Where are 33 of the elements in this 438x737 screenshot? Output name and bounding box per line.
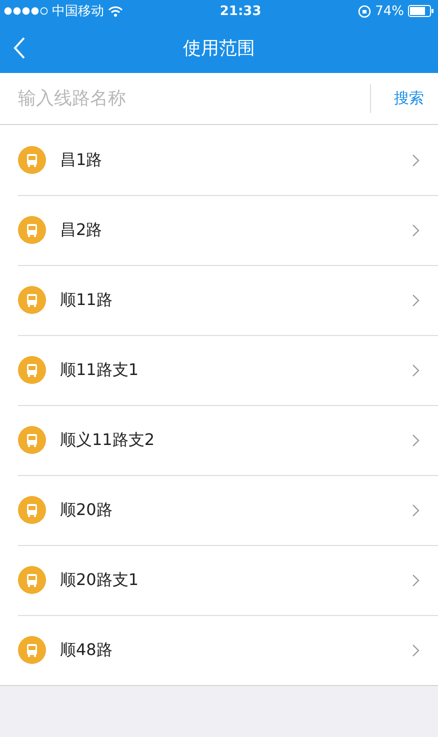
page-title: 使用范围 bbox=[183, 36, 255, 60]
bus-icon bbox=[18, 566, 46, 594]
route-name[interactable]: 昌1路 bbox=[60, 150, 398, 170]
battery-icon bbox=[408, 5, 434, 17]
carrier-name: 中国移动 bbox=[52, 3, 104, 20]
route-name[interactable]: 顺20路 bbox=[60, 500, 398, 520]
bus-icon bbox=[18, 146, 46, 174]
bus-icon bbox=[18, 636, 46, 664]
chevron-right-icon bbox=[412, 154, 420, 166]
rotation-lock-icon bbox=[358, 4, 372, 18]
clock-time: 21:33 bbox=[220, 4, 262, 18]
bus-icon bbox=[18, 286, 46, 314]
chevron-right-icon bbox=[412, 644, 420, 656]
route-name[interactable]: 顺义11路支2 bbox=[60, 430, 398, 450]
chevron-right-icon bbox=[412, 224, 420, 236]
route-name[interactable]: 昌2路 bbox=[60, 220, 398, 240]
bus-icon bbox=[18, 496, 46, 524]
chevron-right-icon bbox=[412, 294, 420, 306]
bus-icon bbox=[18, 426, 46, 454]
chevron-right-icon bbox=[412, 504, 420, 516]
search-field[interactable]: 输入线路名称 bbox=[0, 73, 370, 124]
chevron-right-icon bbox=[412, 364, 420, 376]
chevron-right-icon bbox=[412, 434, 420, 446]
battery-percent: 74% bbox=[375, 4, 404, 18]
chevron-right-icon bbox=[412, 574, 420, 586]
bus-icon bbox=[18, 216, 46, 244]
route-name[interactable]: 顺48路 bbox=[60, 640, 398, 660]
route-name[interactable]: 顺11路支1 bbox=[60, 360, 398, 380]
bus-icon bbox=[18, 356, 46, 384]
route-name[interactable]: 顺11路 bbox=[60, 290, 398, 310]
signal-icon bbox=[4, 7, 48, 15]
wifi-icon bbox=[108, 6, 123, 16]
route-name[interactable]: 顺20路支1 bbox=[60, 570, 398, 590]
